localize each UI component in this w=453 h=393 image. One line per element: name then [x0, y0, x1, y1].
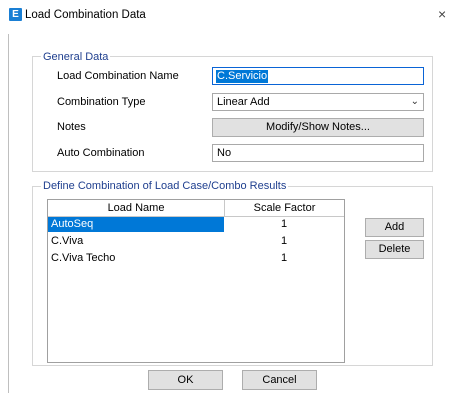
scale-factor-cell: 1	[280, 218, 288, 230]
general-data-title: General Data	[41, 51, 111, 64]
window-left-edge	[8, 34, 9, 393]
ok-button[interactable]: OK	[148, 370, 223, 390]
combination-type-select[interactable]: Linear Add ⌄	[212, 93, 424, 111]
table-row[interactable]: C.Viva Techo 1	[48, 251, 344, 266]
define-combination-title: Define Combination of Load Case/Combo Re…	[41, 180, 289, 193]
combination-type-label: Combination Type	[57, 96, 146, 108]
modify-show-notes-button[interactable]: Modify/Show Notes...	[212, 118, 424, 137]
load-combination-grid[interactable]: Load Name Scale Factor AutoSeq 1 C.Viva …	[47, 199, 345, 363]
scale-factor-cell: 1	[280, 252, 288, 264]
app-logo-icon: E	[9, 8, 22, 21]
delete-button[interactable]: Delete	[365, 240, 424, 259]
combination-name-label: Load Combination Name	[57, 70, 179, 82]
load-name-cell: C.Viva Techo	[51, 252, 116, 264]
combination-name-input[interactable]: C.Servicio	[212, 67, 424, 85]
table-row[interactable]: C.Viva 1	[48, 234, 344, 249]
auto-combination-value: No	[217, 147, 232, 159]
column-header-scale-factor[interactable]: Scale Factor	[225, 201, 344, 215]
table-row[interactable]: AutoSeq 1	[48, 217, 344, 232]
load-name-cell: C.Viva	[51, 235, 84, 247]
scale-factor-cell: 1	[280, 235, 288, 247]
chevron-down-icon: ⌄	[410, 96, 419, 107]
combination-type-value: Linear Add	[217, 96, 270, 108]
add-button[interactable]: Add	[365, 218, 424, 237]
notes-label: Notes	[57, 121, 86, 133]
grid-header: Load Name Scale Factor	[48, 200, 344, 217]
column-header-load-name[interactable]: Load Name	[48, 201, 224, 215]
load-name-cell: AutoSeq	[51, 218, 94, 230]
combination-name-value: C.Servicio	[216, 70, 269, 83]
auto-combination-field: No	[212, 144, 424, 162]
auto-combination-label: Auto Combination	[57, 147, 145, 159]
window-title: Load Combination Data	[25, 9, 146, 21]
cancel-button[interactable]: Cancel	[242, 370, 317, 390]
close-icon[interactable]: ×	[438, 6, 446, 22]
